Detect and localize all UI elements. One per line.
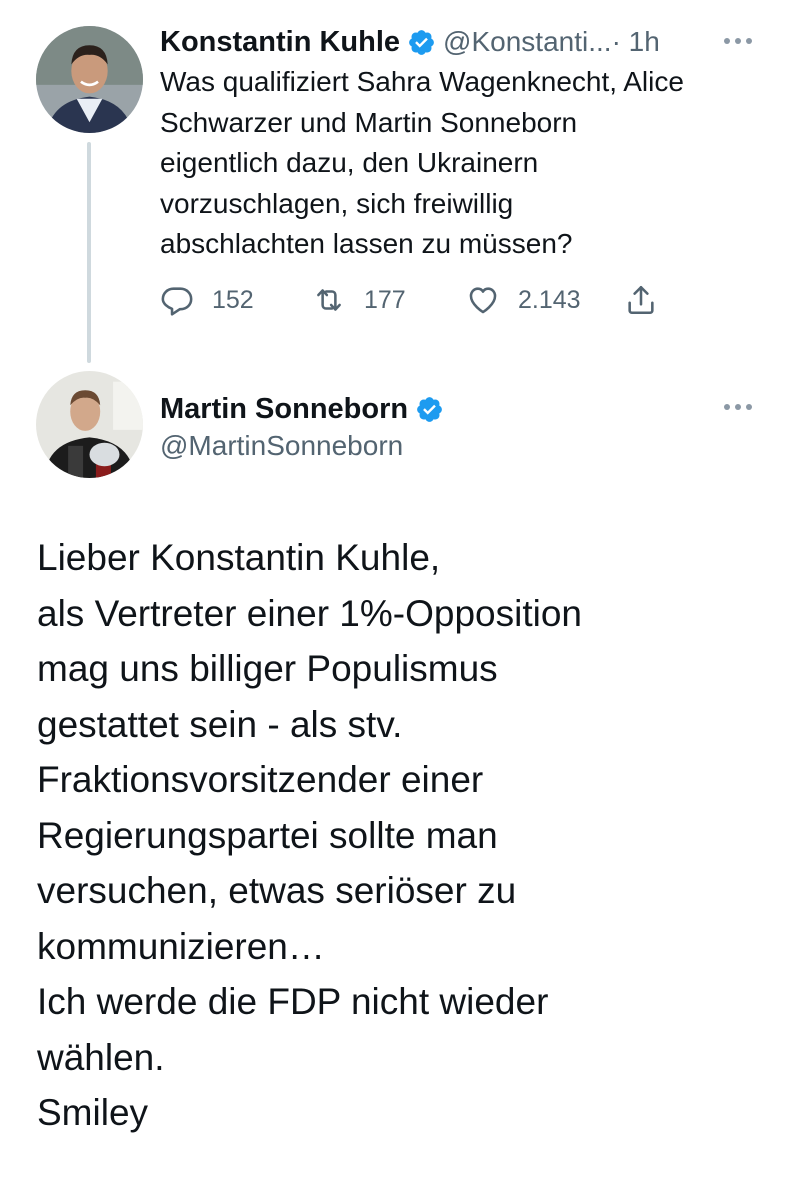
avatar-martin-sonneborn[interactable] [36,371,143,478]
author-handle[interactable]: @MartinSonneborn [160,428,403,464]
more-options-icon[interactable] [723,400,753,414]
avatar-photo-kuhle [36,26,143,133]
heart-icon [469,287,497,314]
tweet-text: Was qualifiziert Sahra Wagenknecht, Alic… [160,66,684,259]
verified-badge-icon [407,28,436,57]
verified-badge-icon [415,395,444,424]
share-button[interactable] [624,280,658,320]
retweet-icon [317,289,341,311]
author-name[interactable]: Konstantin Kuhle [160,26,400,59]
reply-icon [161,287,193,316]
tweet-header-kuhle: Konstantin Kuhle @Konstanti... · 1h [160,22,760,62]
retweet-button[interactable]: 177 [312,280,406,320]
tweet-text: Lieber Konstantin Kuhle, als Vertreter e… [37,537,582,1133]
author-name[interactable]: Martin Sonneborn [160,393,408,426]
tweet-header-sonneborn: Martin Sonneborn [160,389,444,429]
reply-count: 152 [212,285,254,314]
author-handle[interactable]: @Konstanti... [443,26,612,58]
retweet-count: 177 [364,285,406,314]
more-options-icon[interactable] [723,34,753,48]
reply-button[interactable]: 152 [160,280,254,320]
thread-connector-line [87,142,91,363]
tweet-timestamp[interactable]: · 1h [612,26,660,58]
like-button[interactable]: 2.143 [466,280,581,320]
share-icon [628,285,654,315]
avatar-konstantin-kuhle[interactable] [36,26,143,133]
like-count: 2.143 [518,285,581,314]
avatar-photo-sonneborn [36,371,143,478]
